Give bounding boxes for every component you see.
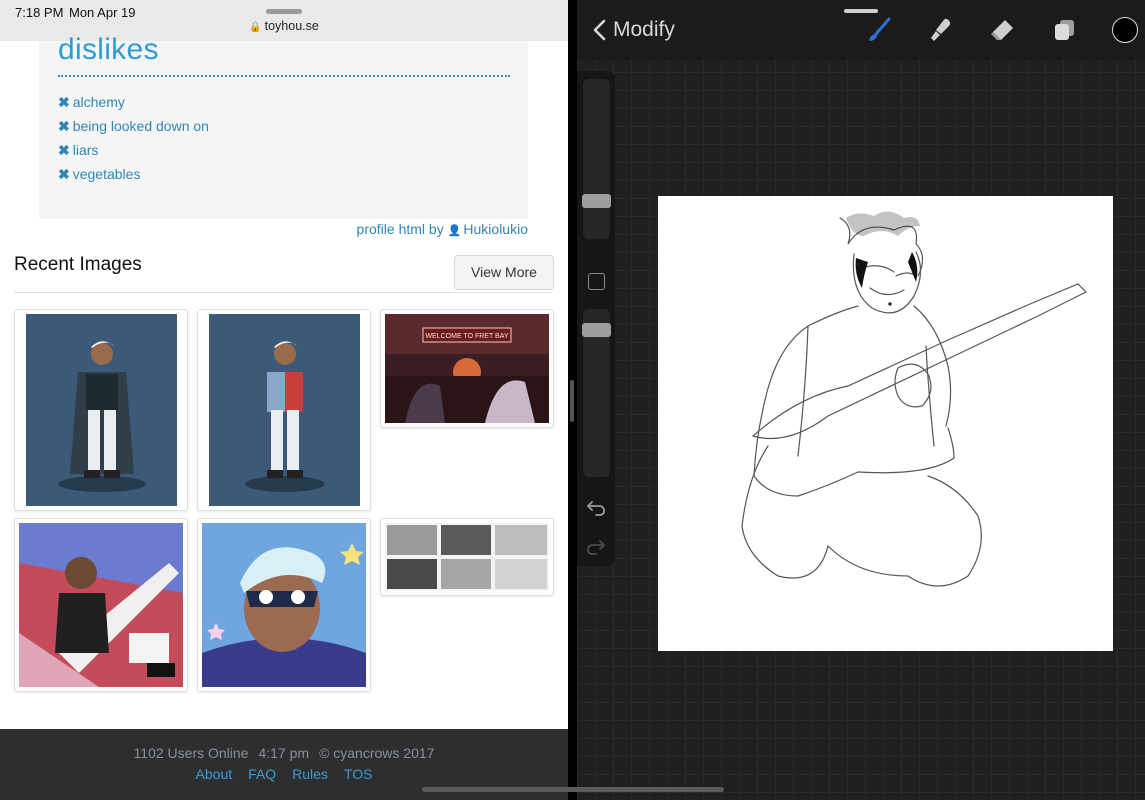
opacity-slider[interactable] [582,309,611,477]
smudge-icon[interactable] [927,16,953,44]
dislike-item: ✖ alchemy [58,94,125,110]
brush-size-slider[interactable] [582,79,611,239]
color-icon[interactable] [1112,17,1138,43]
thumbnail-guitar-illustration[interactable] [14,518,188,692]
address-text: toyhou.se [264,19,319,33]
dislike-item: ✖ vegetables [58,166,141,182]
recent-images-divider [14,292,552,293]
back-chevron-icon[interactable] [587,16,613,44]
sketch-drawing [741,211,1088,587]
procreate-pane: Modify [577,0,1145,800]
thumbnail-masked-portrait[interactable] [197,518,371,692]
fret-bay-sign: WELCOME TO FRET BAY [425,333,508,340]
thumbnail-image [385,523,549,591]
modify-menu-button[interactable]: Modify [613,18,675,42]
credit-prefix: profile html by [356,221,444,237]
multitasking-handle[interactable] [266,9,302,14]
users-online: 1102 Users Online [133,745,249,761]
user-icon: 👤 [447,225,462,237]
view-more-button[interactable]: View More [454,255,554,290]
footer-link-faq[interactable]: FAQ [248,766,276,782]
brush-size-slider-thumb[interactable] [582,194,611,208]
profile-credit: profile html by 👤 Hukiolukio [357,221,528,237]
thumbnail-character-jacket[interactable] [197,309,371,511]
modify-button[interactable] [588,273,605,290]
procreate-sidebar [577,71,615,566]
split-view-divider-handle[interactable] [570,380,574,422]
drawing-canvas[interactable] [658,196,1113,651]
dislike-item: ✖ liars [58,142,99,158]
x-icon: ✖ [58,118,70,134]
thumbnail-image [26,314,177,506]
browser-pane: 7:18 PM Mon Apr 19 🔒 toyhou.se dislikes ✖… [0,0,568,800]
thumbnail-character-cloak[interactable] [14,309,188,511]
recent-images-heading: Recent Images [14,254,142,275]
dislikes-heading: dislikes [58,33,159,66]
layers-icon[interactable] [1051,16,1077,44]
footer-link-tos[interactable]: TOS [344,766,373,782]
procreate-toolbar: Modify [577,0,1145,60]
footer-link-about[interactable]: About [196,766,233,782]
thumbnail-comic-page[interactable] [380,518,554,596]
x-icon: ✖ [58,142,70,158]
undo-icon[interactable] [585,498,607,518]
thumbnail-image [19,523,183,687]
footer-links: About FAQ Rules TOS [0,766,568,782]
thumbnail-image [209,314,360,506]
credit-user-link[interactable]: Hukiolukio [463,221,528,237]
x-icon: ✖ [58,94,70,110]
redo-icon[interactable] [585,537,607,557]
footer-copyright: © cyancrows 2017 [319,745,435,761]
address-bar[interactable]: 🔒 toyhou.se [0,19,568,33]
brush-icon[interactable] [866,16,892,44]
status-time: 7:18 PM [15,5,64,20]
multitasking-handle[interactable] [844,9,878,13]
x-icon: ✖ [58,166,70,182]
opacity-slider-thumb[interactable] [582,323,611,337]
footer-clock: 4:17 pm [258,745,310,761]
thumbnail-fret-bay[interactable]: WELCOME TO FRET BAY [380,309,554,428]
home-indicator[interactable] [422,787,724,792]
dislikes-divider [58,75,510,77]
thumbnail-image [202,523,366,687]
footer-link-rules[interactable]: Rules [292,766,328,782]
status-date: Mon Apr 19 [69,5,136,20]
eraser-icon[interactable] [989,16,1015,44]
lock-icon: 🔒 [249,22,262,33]
footer-info: 1102 Users Online 4:17 pm © cyancrows 2017 [0,745,568,761]
dislike-item: ✖ being looked down on [58,118,209,134]
thumbnail-image: WELCOME TO FRET BAY [385,314,549,423]
